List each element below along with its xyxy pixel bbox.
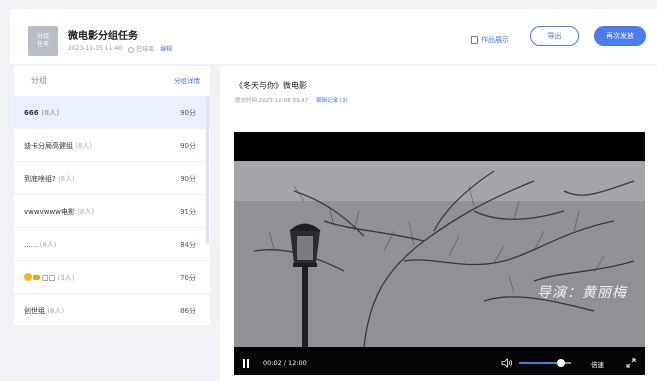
group-score: 90分 — [180, 109, 196, 117]
group-item[interactable]: vwwvwww电影 (8人) 91分 — [14, 195, 210, 228]
volume-fill — [519, 362, 561, 364]
group-name-text: 创世组 — [24, 307, 45, 315]
group-score: 90分 — [180, 142, 196, 150]
resend-button[interactable]: 再次发放 — [594, 26, 646, 46]
group-item[interactable]: 到底啥组? (8人) 90分 — [14, 162, 210, 195]
task-header: 分组 任务 微电影分组任务 2023-11-15 11:40 已结束 编辑 作品… — [10, 9, 657, 64]
document-icon — [471, 36, 478, 44]
edit-link[interactable]: 编辑 — [160, 44, 172, 53]
edit-record-link[interactable]: 编辑记录 (3) — [316, 98, 348, 104]
group-item[interactable]: ...... (8人) 84分 — [14, 228, 210, 261]
group-item[interactable]: 666 (8人) 90分 — [14, 96, 210, 129]
group-item[interactable]: □□ (3人) 70分 — [14, 261, 210, 294]
video-caption: 导演：黄丽梅 — [537, 285, 627, 301]
works-display-link[interactable]: 作品展示 — [471, 35, 509, 45]
pause-icon[interactable] — [243, 359, 249, 368]
thumb-line-2: 任务 — [36, 41, 49, 48]
group-name-text: 666 — [24, 109, 39, 117]
group-name: vwwvwww电影 (8人) — [24, 207, 94, 217]
group-list-scrollbar[interactable] — [206, 96, 209, 244]
video-frame-image — [234, 161, 645, 348]
group-name: ...... (8人) — [24, 240, 57, 250]
speed-button[interactable]: 倍速 — [591, 359, 604, 369]
group-name: 666 (8人) — [24, 108, 59, 118]
task-title: 微电影分组任务 — [68, 31, 138, 42]
group-detail-link[interactable]: 分组详情 — [174, 75, 200, 85]
group-name-text: 到底啥组? — [24, 175, 56, 183]
group-name: □□ (3人) — [24, 273, 74, 283]
works-display-label: 作品展示 — [481, 36, 509, 44]
emoji-hand-icon — [33, 275, 40, 280]
group-member-count: (8人) — [77, 208, 95, 216]
group-score: 70分 — [180, 274, 196, 282]
group-list: 666 (8人) 90分 迪卡分局高健组 (8人) 90分 到底啥组? (8人) 90分 v… — [14, 96, 210, 327]
group-member-count: (8人) — [41, 109, 60, 117]
submit-time: 提交时间 2023-12-08 09:47 — [235, 98, 309, 104]
group-member-count: (8人) — [57, 175, 75, 183]
group-item[interactable]: 迪卡分局高健组 (8人) 90分 — [14, 129, 210, 162]
emoji-face-icon — [24, 273, 32, 281]
status-icon — [128, 46, 135, 53]
group-score: 86分 — [180, 307, 196, 315]
group-name-text: ...... — [24, 241, 38, 249]
volume-knob[interactable] — [556, 359, 565, 367]
group-name: 到底啥组? (8人) — [24, 174, 75, 184]
group-member-count: (8人) — [39, 241, 57, 249]
groups-panel-title: 分组 — [31, 76, 47, 85]
groups-panel-header: 分组 分组详情 — [14, 66, 210, 94]
group-score: 84分 — [180, 241, 196, 249]
volume-icon[interactable] — [501, 358, 513, 368]
group-item[interactable]: 创世组 (8人) 86分 — [14, 294, 210, 327]
export-button[interactable]: 导出 — [530, 26, 579, 46]
group-name: 迪卡分局高健组 (8人) — [24, 141, 92, 151]
volume-slider[interactable] — [519, 359, 571, 367]
group-member-count: (3人) — [57, 274, 75, 282]
submission-panel: 《冬天与你》微电影 提交时间 2023-12-08 09:47 编辑记录 (3) — [220, 66, 657, 381]
group-score: 90分 — [180, 175, 196, 183]
fullscreen-icon[interactable] — [626, 358, 636, 368]
video-controls: 00:02 / 12:00 倍速 — [234, 351, 645, 375]
video-player[interactable]: 导演：黄丽梅 00:02 / 12:00 倍速 — [234, 132, 645, 375]
group-name-text: □□ — [42, 274, 56, 282]
video-time: 00:02 / 12:00 — [263, 359, 307, 367]
group-name-text: 迪卡分局高健组 — [24, 142, 73, 150]
task-thumbnail: 分组 任务 — [28, 26, 58, 56]
video-frame[interactable]: 导演：黄丽梅 — [234, 161, 645, 348]
group-name-text: vwwvwww电影 — [24, 208, 75, 216]
group-member-count: (8人) — [47, 307, 65, 315]
group-name: 创世组 (8人) — [24, 306, 64, 316]
thumb-line-1: 分组 — [36, 33, 49, 40]
task-meta: 2023-11-15 11:40 已结束 编辑 — [68, 44, 172, 53]
submission-title: 《冬天与你》微电影 — [235, 81, 307, 90]
group-member-count: (8人) — [75, 142, 93, 150]
group-score: 91分 — [180, 208, 196, 216]
task-status: 已结束 — [128, 44, 154, 53]
task-datetime: 2023-11-15 11:40 — [68, 45, 123, 52]
submission-meta: 提交时间 2023-12-08 09:47 编辑记录 (3) — [235, 96, 348, 104]
groups-panel: 分组 分组详情 666 (8人) 90分 迪卡分局高健组 (8人) 90分 到底啥组? … — [14, 66, 210, 327]
